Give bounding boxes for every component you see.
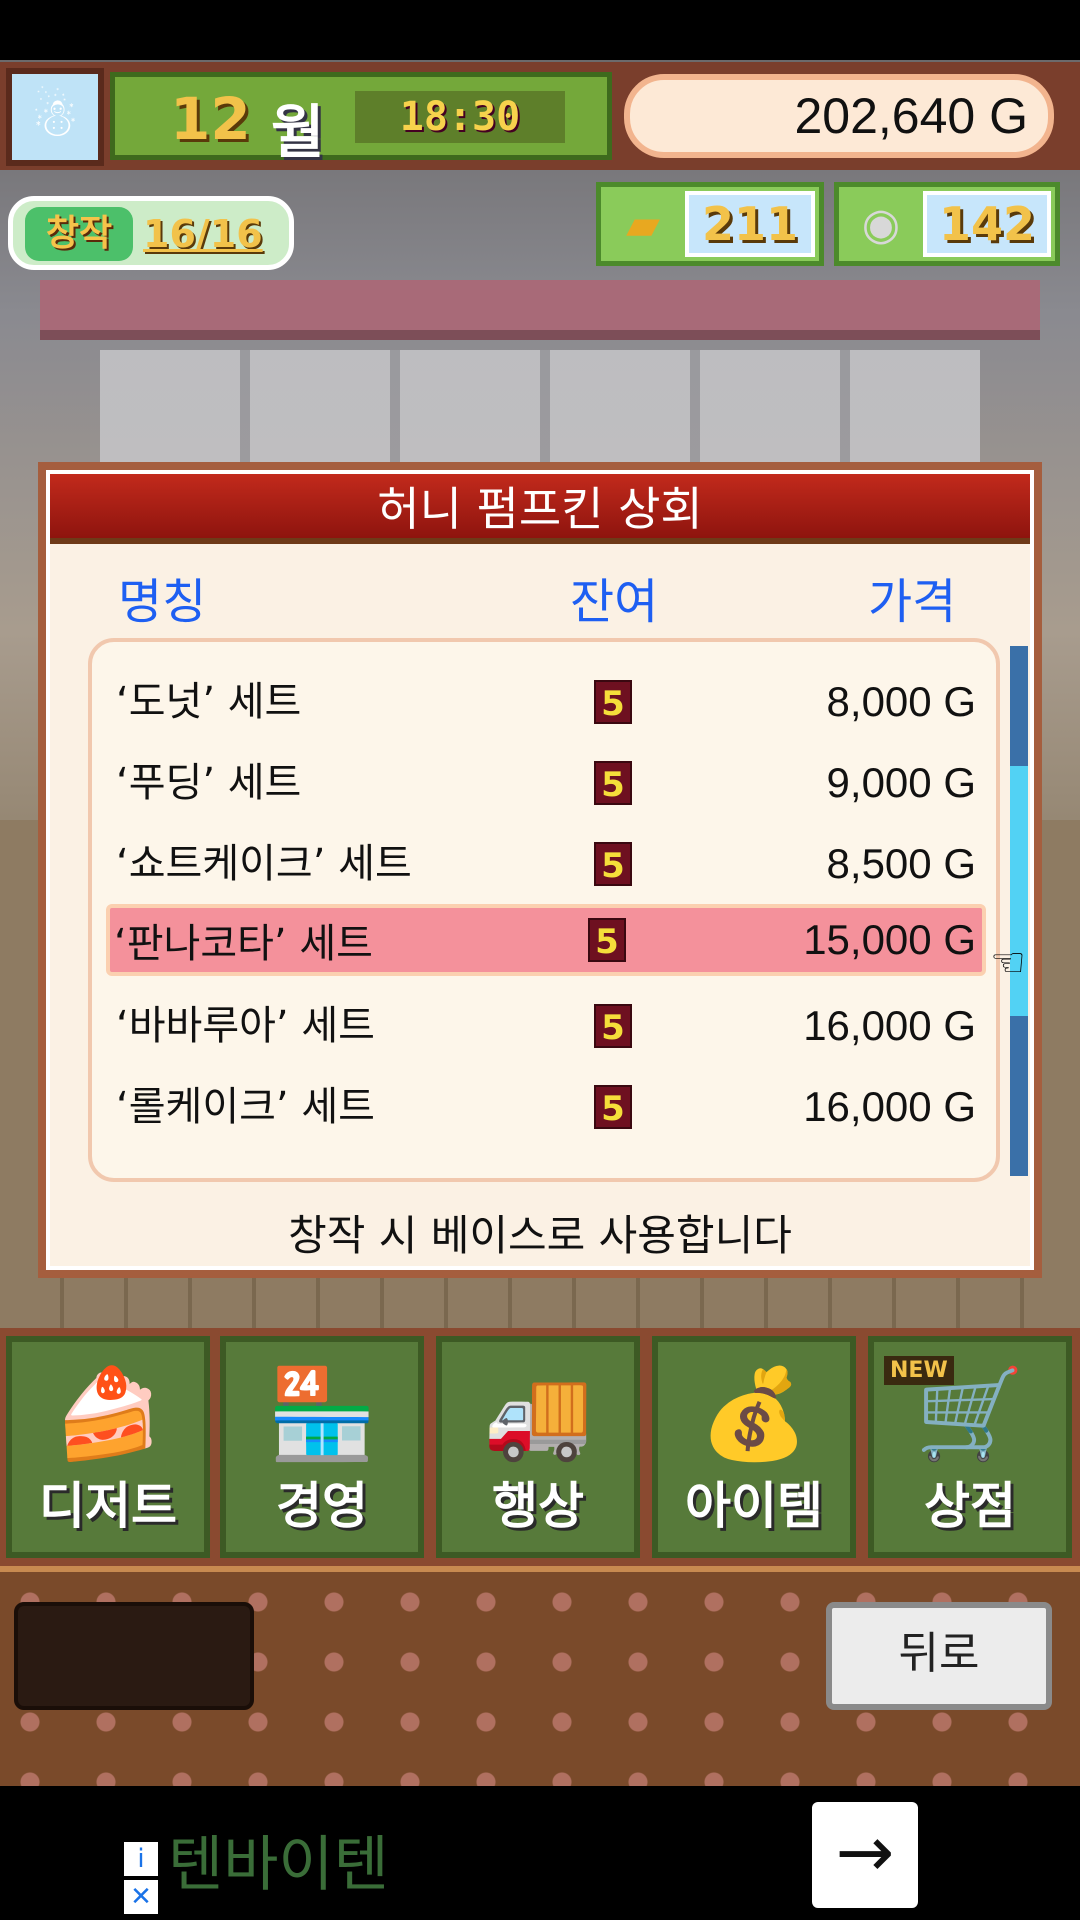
- clock-time: 18:30: [355, 91, 565, 143]
- date-time-panel: 12 월 18:30: [110, 72, 612, 166]
- menu-label: 디저트: [39, 1477, 177, 1535]
- item-price: 8,500 G: [826, 840, 976, 887]
- lower-panel: 뒤로: [0, 1566, 1080, 1786]
- shopping-cart-icon: 🛒: [915, 1362, 1025, 1465]
- item-price: 16,000 G: [803, 1002, 976, 1049]
- item-name: ‘롤케이크’ 세트: [116, 1084, 375, 1130]
- medal-value: 142: [923, 191, 1051, 257]
- stock-badge: 5: [594, 842, 632, 886]
- stock-badge: 5: [594, 1085, 632, 1129]
- ad-arrow-icon[interactable]: →: [812, 1802, 918, 1908]
- stock-badge: 5: [594, 1004, 632, 1048]
- column-header-price: 가격: [868, 574, 957, 630]
- item-price: 8,000 G: [826, 678, 976, 725]
- creation-value: 16/16: [143, 212, 263, 256]
- list-item-selected[interactable]: ‘판나코타’ 세트 5 15,000 G: [106, 904, 986, 976]
- creation-label: 창작: [25, 207, 133, 261]
- list-scrollbar[interactable]: [1010, 646, 1028, 1176]
- ticket-value: 211: [685, 191, 815, 257]
- medal-counter: ◉ 142: [834, 182, 1060, 266]
- menu-label: 상점: [924, 1477, 1016, 1535]
- menu-button-item[interactable]: 💰 아이템: [652, 1336, 856, 1558]
- item-name: ‘판나코타’ 세트: [114, 921, 373, 967]
- dialog-title: 허니 펌프킨 상회: [50, 474, 1030, 544]
- item-price: 16,000 G: [803, 1083, 976, 1130]
- list-item[interactable]: ‘롤케이크’ 세트 5 16,000 G: [112, 1071, 982, 1143]
- month-value: 12: [170, 85, 251, 153]
- ad-text[interactable]: 텐바이텐: [168, 1816, 389, 1903]
- ticket-icon: ▰: [626, 198, 660, 250]
- back-button[interactable]: 뒤로: [826, 1602, 1052, 1710]
- pointer-hand-icon: ☜: [990, 940, 1026, 986]
- list-item[interactable]: ‘도넛’ 세트 5 8,000 G: [112, 666, 982, 738]
- snowman-avatar-icon[interactable]: ☃: [6, 68, 104, 166]
- list-item[interactable]: ‘푸딩’ 세트 5 9,000 G: [112, 747, 982, 819]
- medal-icon: ◉: [861, 198, 901, 250]
- item-name: ‘도넛’ 세트: [116, 679, 302, 725]
- ad-banner[interactable]: i ✕ 텐바이텐 →: [0, 1786, 1080, 1920]
- dialog-footer-text: 창작 시 베이스로 사용합니다: [288, 1211, 792, 1260]
- menu-label: 경영: [276, 1477, 368, 1535]
- item-name: ‘푸딩’ 세트: [116, 760, 302, 806]
- item-name: ‘쇼트케이크’ 세트: [116, 841, 412, 887]
- menu-button-management[interactable]: 🏪 경영: [220, 1336, 424, 1558]
- creation-counter: 창작 16/16: [8, 196, 294, 270]
- item-name: ‘바바루아’ 세트: [116, 1003, 375, 1049]
- top-status-bar: ☃ 12 월 18:30 202,640 G: [0, 62, 1080, 170]
- shop-awning: [40, 280, 1040, 340]
- list-item[interactable]: ‘바바루아’ 세트 5 16,000 G: [112, 990, 982, 1062]
- month-label: 월: [271, 98, 325, 166]
- shop-dialog: 허니 펌프킨 상회 명칭 잔여 가격 ‘도넛’ 세트 5 8,000 G ‘푸딩…: [38, 462, 1042, 1278]
- stock-badge: 5: [594, 761, 632, 805]
- item-price: 9,000 G: [826, 759, 976, 806]
- menu-button-dessert[interactable]: 🍰 디저트: [6, 1336, 210, 1558]
- menu-button-store[interactable]: NEW 🛒 상점: [868, 1336, 1072, 1558]
- menu-label: 행상: [492, 1477, 584, 1535]
- cake-icon: 🍰: [53, 1362, 163, 1465]
- gold-amount: 202,640 G: [624, 74, 1054, 158]
- main-menu-bar: 🍰 디저트 🏪 경영 🚚 행상 💰 아이템 NEW 🛒 상점: [0, 1328, 1080, 1566]
- item-list[interactable]: ‘도넛’ 세트 5 8,000 G ‘푸딩’ 세트 5 9,000 G ‘쇼트케…: [88, 638, 1000, 1182]
- item-bag-icon: 💰: [699, 1362, 809, 1465]
- item-price: 15,000 G: [803, 916, 976, 963]
- empty-message-slot: [14, 1602, 254, 1710]
- food-truck-icon: 🚚: [483, 1362, 593, 1465]
- shop-icon: 🏪: [267, 1362, 377, 1465]
- list-item[interactable]: ‘쇼트케이크’ 세트 5 8,500 G: [112, 828, 982, 900]
- ad-close-icon[interactable]: ✕: [124, 1880, 158, 1914]
- column-header-name: 명칭: [118, 574, 207, 630]
- ad-info-icon[interactable]: i: [124, 1842, 158, 1876]
- stock-badge: 5: [588, 918, 626, 962]
- menu-label: 아이템: [685, 1477, 823, 1535]
- menu-button-peddling[interactable]: 🚚 행상: [436, 1336, 640, 1558]
- column-header-stock: 잔여: [570, 574, 659, 630]
- stock-badge: 5: [594, 680, 632, 724]
- ticket-counter: ▰ 211: [596, 182, 824, 266]
